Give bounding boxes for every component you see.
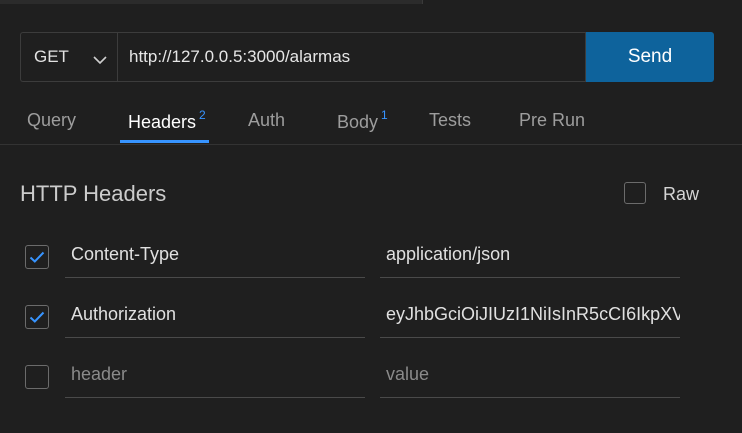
header-row-new: header value	[0, 352, 742, 398]
header-row-checkbox[interactable]	[25, 365, 49, 389]
tab-headers-label: Headers	[128, 112, 197, 132]
tab-body[interactable]: Body 1	[337, 108, 388, 133]
top-strip	[0, 0, 742, 4]
header-value-input[interactable]: application/json	[380, 232, 680, 278]
header-row-checkbox[interactable]	[25, 245, 49, 269]
tab-headers-badge: 2	[199, 108, 206, 122]
tabs-divider	[0, 144, 742, 145]
tab-auth[interactable]: Auth	[248, 110, 285, 131]
tab-query-label: Query	[27, 110, 77, 130]
tab-body-label: Body	[337, 112, 379, 132]
checkmark-icon	[29, 251, 45, 263]
tab-pre-run[interactable]: Pre Run	[519, 110, 585, 131]
tab-tests[interactable]: Tests	[429, 110, 471, 131]
header-row: Content-Type application/json	[0, 232, 742, 278]
tab-headers[interactable]: Headers 2	[128, 108, 206, 133]
url-input[interactable]: http://127.0.0.5:3000/alarmas	[117, 32, 586, 82]
method-label: GET	[34, 47, 69, 66]
tab-body-badge: 1	[381, 108, 388, 122]
header-row: Authorization eyJhbGciOiJIUzI1NiIsInR5cC…	[0, 292, 742, 338]
header-key-input[interactable]: header	[65, 352, 365, 398]
header-key-input[interactable]: Content-Type	[65, 232, 365, 278]
checkmark-icon	[29, 311, 45, 323]
top-strip-right	[422, 0, 742, 4]
active-tab-indicator	[120, 140, 209, 143]
header-row-checkbox[interactable]	[25, 305, 49, 329]
request-tabs: Query Headers 2 Auth Body 1 Tests Pre Run	[0, 100, 742, 145]
method-select[interactable]: GET	[20, 32, 117, 82]
tab-tests-label: Tests	[429, 110, 472, 130]
tab-query[interactable]: Query	[27, 110, 76, 131]
request-bar: GET http://127.0.0.5:3000/alarmas Send	[20, 32, 714, 82]
section-title: HTTP Headers	[20, 181, 167, 206]
tab-auth-label: Auth	[248, 110, 286, 130]
chevron-down-icon	[93, 52, 107, 70]
header-value-input[interactable]: eyJhbGciOiJIUzI1NiIsInR5cCI6IkpXVCJ9	[380, 292, 680, 338]
raw-checkbox[interactable]	[624, 182, 646, 204]
raw-label: Raw	[663, 184, 700, 204]
tab-pre-run-label: Pre Run	[519, 110, 586, 130]
header-value-input[interactable]: value	[380, 352, 680, 398]
send-button[interactable]: Send	[586, 32, 714, 82]
header-key-input[interactable]: Authorization	[65, 292, 365, 338]
top-strip-left	[0, 0, 422, 4]
